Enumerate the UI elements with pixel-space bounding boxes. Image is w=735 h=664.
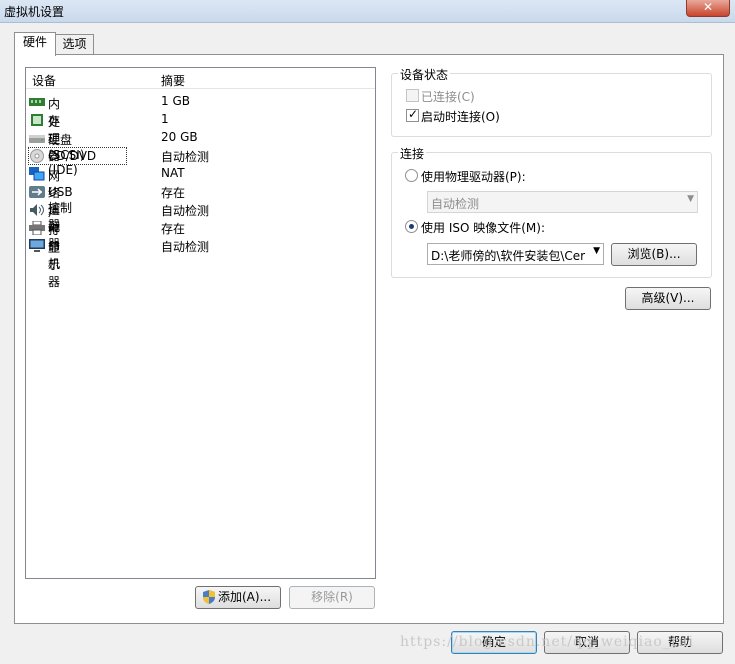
cd-dvd-icon	[30, 149, 44, 163]
connect-at-power-on-label: 启动时连接(O)	[421, 110, 500, 124]
memory-icon	[29, 98, 45, 106]
device-status-group: 设备状态 已连接(C) ✓ 启动时连接(O)	[391, 66, 712, 137]
tab-options-label: 选项	[62, 37, 87, 51]
connect-at-power-on-checkbox[interactable]: ✓	[406, 107, 419, 122]
remove-device-label: 移除(R)	[311, 590, 353, 604]
network-adapter-icon	[29, 167, 45, 181]
device-row-harddisk[interactable]: 硬盘(SCSI) 20 GB	[29, 129, 373, 162]
browse-label: 浏览(B)...	[627, 247, 681, 261]
device-list[interactable]: 设备 摘要 内存 1 GB 处理器 1 硬盘(SCSI) 20 GB CD/DV…	[25, 67, 376, 579]
title-bar[interactable]: 虚拟机设置 ✕	[0, 0, 735, 23]
device-summary: 1 GB	[161, 94, 190, 108]
device-list-header: 设备 摘要	[26, 68, 375, 89]
harddisk-icon	[29, 135, 45, 143]
device-row-processor[interactable]: 处理器 1	[29, 111, 373, 163]
device-row-display[interactable]: 显示器 自动检测	[29, 237, 373, 289]
connection-group: 连接 使用物理驱动器(P): 自动检测 ▼ 使用 ISO 映像文件(M): D:…	[391, 145, 712, 278]
device-row-usb-controller[interactable]: USB 控制器 存在	[29, 183, 373, 232]
shield-icon	[203, 590, 215, 604]
device-status-title: 设备状态	[398, 66, 451, 83]
device-row-network-adapter[interactable]: 网络适配器 NAT	[29, 165, 373, 251]
remove-device-button[interactable]: 移除(R)	[289, 586, 375, 609]
watermark: https://blog.csdn.net/qq_weiqiao_rui	[400, 634, 695, 650]
device-summary: NAT	[161, 166, 185, 180]
window-title: 虚拟机设置	[4, 5, 65, 19]
tab-hardware-label: 硬件	[22, 35, 47, 49]
sound-card-icon	[30, 204, 44, 216]
display-icon	[29, 239, 45, 252]
chevron-down-icon: ▼	[593, 246, 600, 256]
connected-checkbox[interactable]	[406, 89, 419, 102]
close-button[interactable]: ✕	[686, 0, 730, 17]
device-summary: 自动检测	[161, 240, 210, 254]
radio-selected-dot	[409, 224, 414, 229]
iso-path-value: D:\老师傍的\软件安装包\Cer	[431, 249, 586, 263]
checkmark-icon: ✓	[408, 107, 419, 121]
vm-settings-window: 虚拟机设置 ✕ 硬件 选项 设备 摘要 内存 1 GB 处理器 1 硬盘(SCS…	[0, 0, 735, 664]
summary-column-header[interactable]: 摘要	[161, 72, 185, 89]
usb-icon	[29, 186, 45, 198]
advanced-label: 高级(V)...	[641, 291, 695, 305]
device-row-memory[interactable]: 内存 1 GB	[29, 93, 373, 128]
processor-icon	[31, 114, 43, 126]
browse-button[interactable]: 浏览(B)...	[611, 243, 697, 266]
iso-image-label: 使用 ISO 映像文件(M):	[421, 221, 545, 235]
physical-drive-radio[interactable]	[405, 169, 418, 182]
advanced-button[interactable]: 高级(V)...	[625, 287, 711, 310]
device-column-header[interactable]: 设备	[32, 72, 56, 89]
device-summary: 自动检测	[161, 204, 210, 218]
device-summary: 1	[161, 112, 169, 126]
device-summary: 存在	[161, 222, 186, 236]
close-icon: ✕	[702, 0, 714, 14]
chevron-down-icon: ▼	[687, 194, 694, 204]
device-row-printer[interactable]: 打印机 存在	[29, 219, 373, 271]
physical-drive-value: 自动检测	[431, 197, 480, 211]
hardware-panel: 设备 摘要 内存 1 GB 处理器 1 硬盘(SCSI) 20 GB CD/DV…	[14, 54, 724, 624]
printer-icon	[29, 221, 45, 235]
physical-drive-select[interactable]: 自动检测 ▼	[427, 191, 698, 213]
device-summary: 20 GB	[161, 130, 198, 144]
connected-label: 已连接(C)	[421, 90, 475, 104]
iso-path-combo[interactable]: D:\老师傍的\软件安装包\Cer ▼	[427, 243, 604, 265]
tab-options[interactable]: 选项	[55, 34, 94, 55]
physical-drive-label: 使用物理驱动器(P):	[421, 170, 526, 184]
iso-image-radio[interactable]	[405, 220, 418, 233]
add-device-button[interactable]: 添加(A)...	[195, 586, 281, 609]
connection-title: 连接	[398, 145, 427, 162]
device-row-cd-dvd[interactable]: CD/DVD (IDE) 自动检测	[28, 147, 373, 177]
device-name: 显示器	[48, 241, 61, 289]
device-row-sound-card[interactable]: 声卡 自动检测	[29, 201, 373, 236]
device-summary: 自动检测	[161, 150, 210, 164]
device-summary: 存在	[161, 186, 186, 200]
tab-hardware[interactable]: 硬件	[14, 32, 56, 56]
add-device-label: 添加(A)...	[218, 590, 272, 604]
